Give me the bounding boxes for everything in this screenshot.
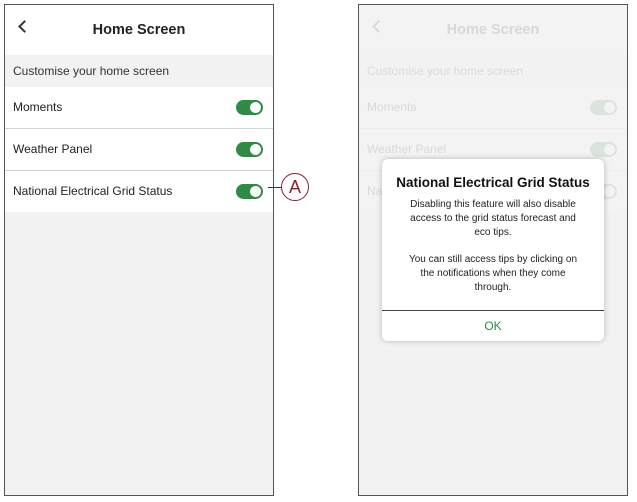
setting-row-moments: Moments xyxy=(359,87,627,128)
header: Home Screen xyxy=(5,5,273,55)
section-label: Customise your home screen xyxy=(5,55,273,87)
dialog-title: National Electrical Grid Status xyxy=(396,175,590,190)
callout-marker: A xyxy=(281,173,309,201)
weather-panel-toggle[interactable] xyxy=(236,142,263,157)
dialog-message-1: Disabling this feature will also disable… xyxy=(410,199,576,238)
confirmation-dialog: National Electrical Grid Status Disablin… xyxy=(382,159,604,341)
toggle-knob xyxy=(250,186,261,197)
moments-toggle xyxy=(590,100,617,115)
dialog-message-2: You can still access tips by clicking on… xyxy=(408,254,578,293)
home-screen-settings: Home Screen Customise your home screen M… xyxy=(4,4,274,496)
callout-leader-line xyxy=(268,187,282,188)
dialog-body: Disabling this feature will also disable… xyxy=(382,198,604,295)
page-title: Home Screen xyxy=(92,22,186,38)
section-label: Customise your home screen xyxy=(359,55,627,87)
grid-status-toggle[interactable] xyxy=(236,184,263,199)
settings-list: Moments Weather Panel National Electrica… xyxy=(5,87,273,212)
moments-toggle[interactable] xyxy=(236,100,263,115)
setting-row-moments: Moments xyxy=(5,87,273,128)
setting-label: Weather Panel xyxy=(13,142,93,156)
setting-label: National Electrical Grid Status xyxy=(13,184,173,198)
toggle-knob xyxy=(604,186,615,197)
toggle-knob xyxy=(250,144,261,155)
toggle-knob xyxy=(604,102,615,113)
weather-panel-toggle xyxy=(590,142,617,157)
ok-button[interactable]: OK xyxy=(382,311,604,341)
setting-label: Moments xyxy=(13,100,63,114)
page-title: Home Screen xyxy=(446,22,540,38)
toggle-knob xyxy=(250,102,261,113)
setting-row-grid-status: National Electrical Grid Status xyxy=(5,170,273,212)
setting-label: Weather Panel xyxy=(367,142,447,156)
grid-status-dialog-screen: Home Screen Customise your home screen M… xyxy=(358,4,628,496)
toggle-knob xyxy=(604,144,615,155)
setting-label: Moments xyxy=(367,100,417,114)
setting-row-weather-panel: Weather Panel xyxy=(5,128,273,170)
header: Home Screen xyxy=(359,5,627,55)
